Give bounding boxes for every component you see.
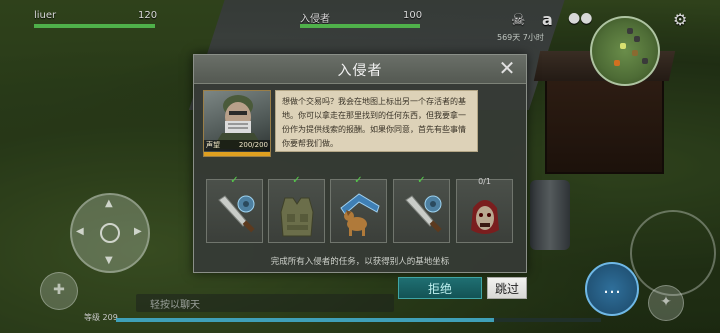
joystick-knob[interactable] bbox=[100, 223, 120, 243]
skip-button[interactable]: 跳过 bbox=[487, 277, 527, 299]
action-ring[interactable] bbox=[630, 210, 716, 296]
player-level: 等级 209 bbox=[84, 313, 118, 322]
quest-item-machete-2[interactable]: ✓ bbox=[393, 175, 450, 243]
check-icon: ✓ bbox=[354, 175, 363, 186]
medkit-button[interactable]: ✚ bbox=[40, 272, 78, 310]
quest-item-machete-1[interactable]: ✓ bbox=[206, 175, 263, 243]
reputation-bar bbox=[204, 152, 270, 156]
close-icon[interactable]: ✕ bbox=[496, 57, 518, 79]
npc-reputation: 200/200 bbox=[238, 141, 268, 149]
chat-placeholder: 轻按以聊天 bbox=[150, 300, 200, 311]
quest-item-dog[interactable]: ✓ bbox=[330, 175, 387, 243]
npc-portrait: 声望 200/200 bbox=[203, 90, 271, 157]
invader-name: 入侵者 bbox=[300, 14, 330, 25]
movement-joystick[interactable]: ▲ ▼ ◀ ▶ bbox=[70, 193, 150, 273]
chat-input[interactable]: 轻按以聊天 bbox=[136, 294, 394, 312]
invader-dialog: 入侵者 ✕ 声望 200/200 想做个交易吗？我会在地图上标出另一个存活者的基… bbox=[193, 54, 527, 273]
dog-shelter-icon bbox=[340, 193, 380, 236]
minimap[interactable] bbox=[590, 16, 660, 86]
player-name: liuer bbox=[34, 10, 57, 21]
npc-name: 声望 bbox=[206, 141, 220, 149]
quest-item-zombie-head[interactable]: 0/1 bbox=[456, 177, 513, 243]
dialog-header: 入侵者 ✕ bbox=[194, 55, 526, 84]
dialog-title: 入侵者 bbox=[337, 63, 383, 79]
chat-button[interactable]: … bbox=[585, 262, 639, 316]
check-icon: ✓ bbox=[230, 175, 239, 186]
quest-item-vest[interactable]: ✓ bbox=[268, 175, 325, 243]
player-hp-bar bbox=[34, 24, 155, 28]
task-note: 完成所有入侵者的任务，以获得别人的基地坐标 bbox=[270, 257, 450, 267]
item-count: 0/1 bbox=[478, 177, 491, 186]
zombie-head-icon bbox=[471, 200, 499, 234]
gear-icon[interactable]: ⚙ bbox=[673, 10, 687, 29]
group-icon[interactable]: ●● bbox=[568, 10, 592, 26]
player-hp-value: 120 bbox=[138, 10, 158, 21]
skull-icon[interactable]: ☠ bbox=[511, 10, 525, 29]
invader-hp-value: 100 bbox=[403, 10, 423, 21]
sneak-button[interactable]: ✦ bbox=[648, 285, 684, 321]
check-icon: ✓ bbox=[417, 175, 426, 186]
military-vest-icon bbox=[280, 197, 314, 237]
machete-icon bbox=[218, 195, 255, 233]
npc-message: 想做个交易吗？我会在地图上标出另一个存活者的基地。你可以拿走在那里找到的任何东西… bbox=[275, 90, 478, 152]
reject-button[interactable]: 拒绝 bbox=[398, 277, 482, 299]
machete-icon bbox=[405, 195, 442, 233]
check-icon: ✓ bbox=[292, 175, 301, 186]
game-time: 569天 7小时 bbox=[497, 33, 544, 42]
amazon-a-icon[interactable]: a bbox=[542, 10, 553, 29]
xp-bar bbox=[116, 318, 601, 322]
invader-hp-bar bbox=[300, 24, 420, 28]
